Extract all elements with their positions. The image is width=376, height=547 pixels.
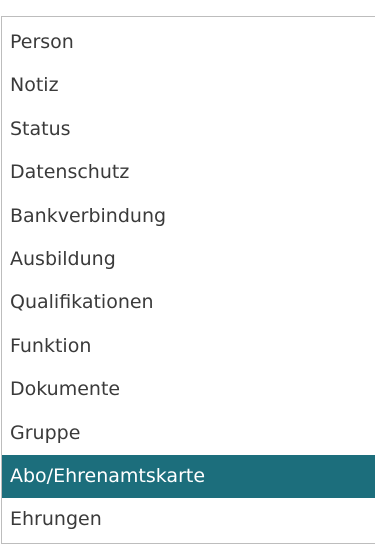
menu-item-notiz[interactable]: Notiz bbox=[2, 64, 375, 107]
menu-item-abo-ehrenamtskarte[interactable]: Abo/Ehrenamtskarte bbox=[2, 454, 375, 499]
menu-item-qualifikationen[interactable]: Qualifikationen bbox=[2, 281, 375, 324]
menu-item-gruppe[interactable]: Gruppe bbox=[2, 412, 375, 455]
dropdown-menu: Person Notiz Status Datenschutz Bankverb… bbox=[1, 16, 375, 544]
menu-item-ausbildung[interactable]: Ausbildung bbox=[2, 238, 375, 281]
menu-list: Person Notiz Status Datenschutz Bankverb… bbox=[2, 21, 375, 542]
menu-item-status[interactable]: Status bbox=[2, 108, 375, 151]
menu-item-ehrungen[interactable]: Ehrungen bbox=[2, 498, 375, 541]
menu-item-person[interactable]: Person bbox=[2, 21, 375, 64]
menu-item-datenschutz[interactable]: Datenschutz bbox=[2, 151, 375, 194]
menu-item-dokumente[interactable]: Dokumente bbox=[2, 368, 375, 411]
menu-item-bankverbindung[interactable]: Bankverbindung bbox=[2, 195, 375, 238]
menu-item-funktion[interactable]: Funktion bbox=[2, 325, 375, 368]
